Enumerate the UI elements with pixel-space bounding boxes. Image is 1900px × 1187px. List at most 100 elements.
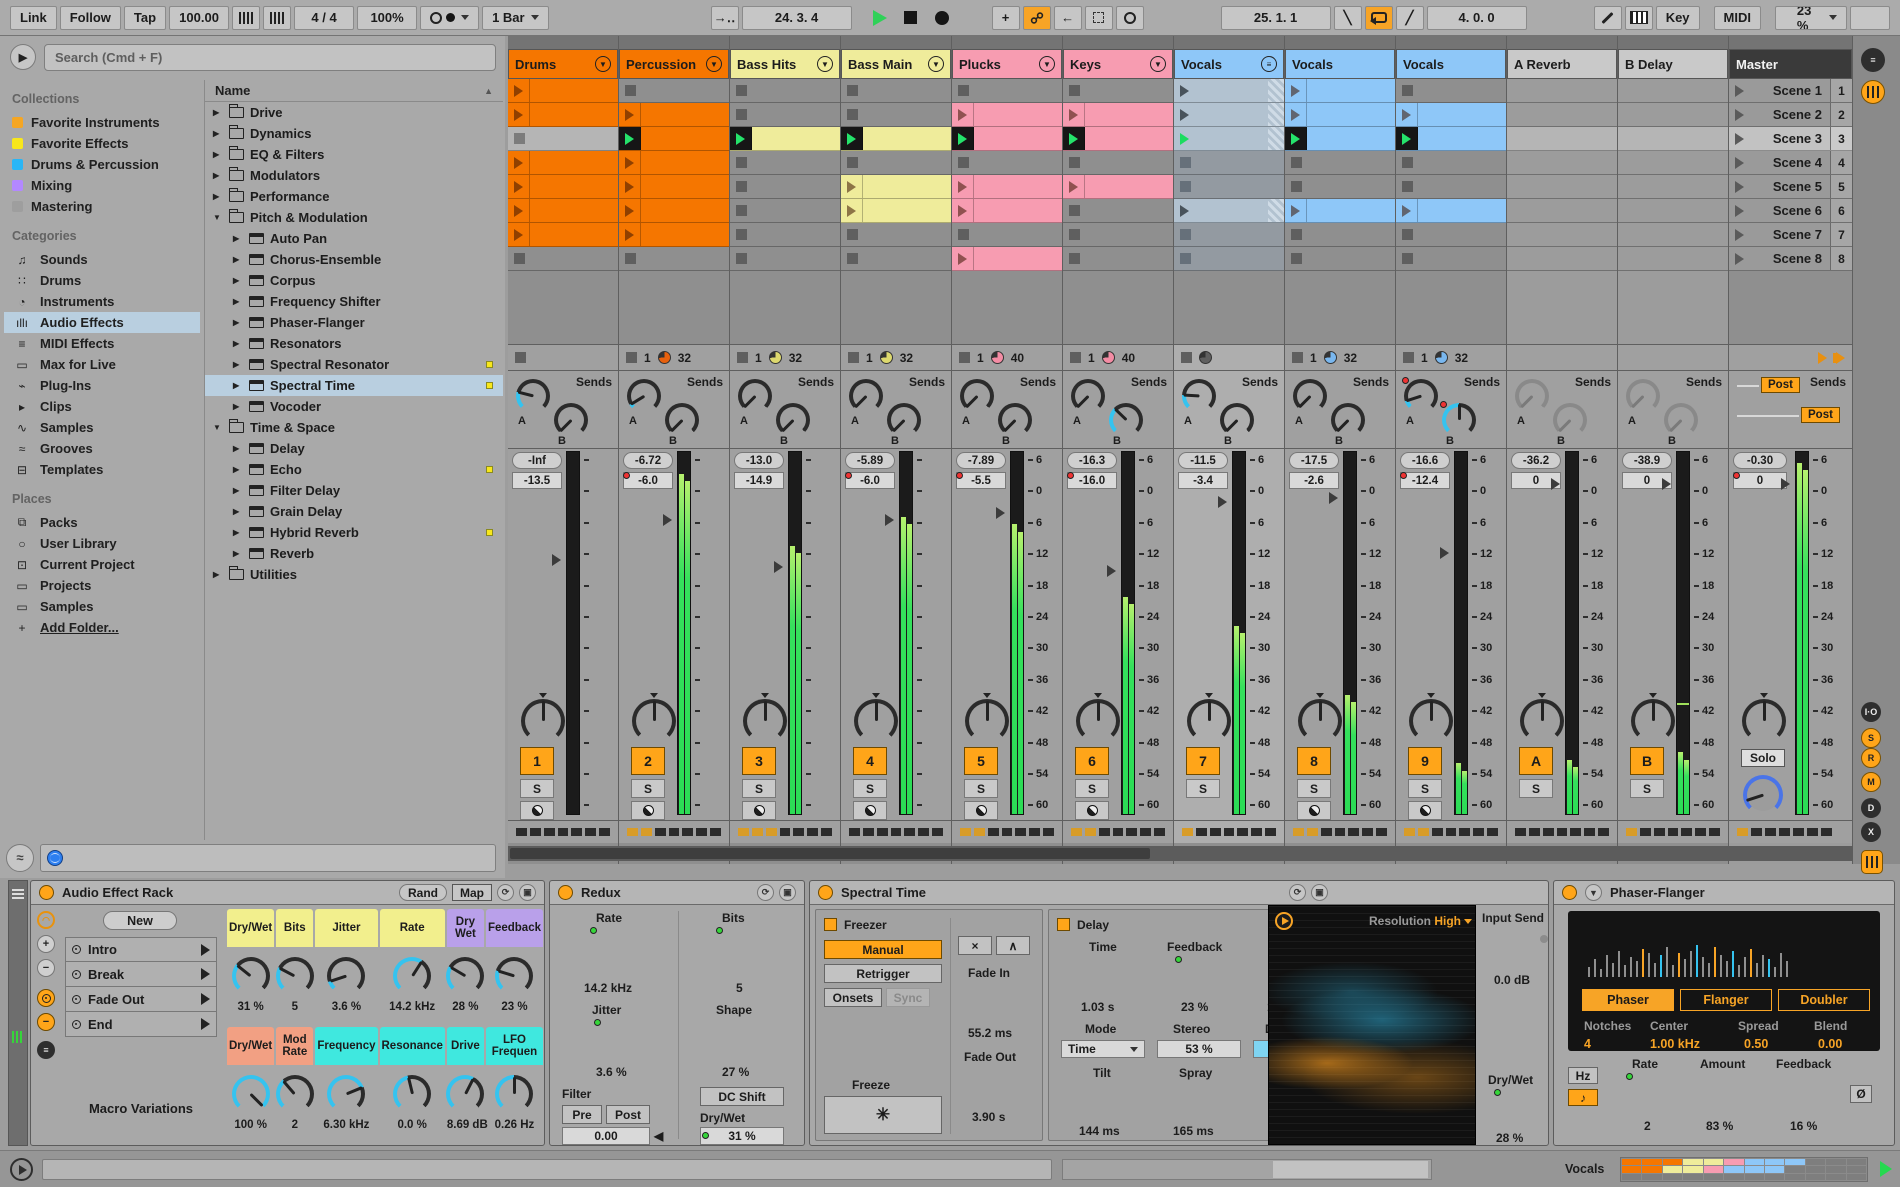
clip-launch-button[interactable] <box>841 199 863 222</box>
clip-slot[interactable] <box>508 79 618 103</box>
sidebar-item-templates[interactable]: ⊟ Templates <box>4 459 200 480</box>
clip-slot[interactable] <box>841 103 951 127</box>
macro-knob[interactable] <box>275 957 314 995</box>
tab-phaser[interactable]: Phaser <box>1582 989 1674 1011</box>
clip-slot[interactable] <box>952 79 1062 103</box>
clip-slot[interactable] <box>952 175 1062 199</box>
search-input[interactable]: Search (Cmd + F) <box>44 44 496 71</box>
nudge-down-button[interactable] <box>232 5 261 30</box>
clip-launch-button[interactable] <box>508 79 530 102</box>
clip-slot[interactable] <box>1507 127 1617 151</box>
clip-slot[interactable] <box>1285 199 1395 223</box>
scroll-handle[interactable] <box>1273 1161 1428 1178</box>
rate-value[interactable]: 14.2 kHz <box>584 981 632 995</box>
macro-value[interactable]: 0.26 Hz <box>486 1119 543 1131</box>
volume-field[interactable]: -2.6 <box>1289 472 1339 489</box>
clip-slot[interactable] <box>508 223 618 247</box>
clip-slot[interactable] <box>730 175 840 199</box>
clip-slot[interactable] <box>1063 175 1173 199</box>
horizontal-scrollbar[interactable] <box>508 846 1853 861</box>
fade-out-value[interactable]: 3.90 s <box>972 1110 1005 1124</box>
save-preset-icon[interactable]: ▣ <box>519 884 536 901</box>
scene-launch-icon[interactable] <box>1735 204 1744 217</box>
delete-variation-icon[interactable]: − <box>37 1013 55 1031</box>
expand-caret[interactable]: ▶ <box>213 150 223 159</box>
return-post-button[interactable]: Post <box>1801 407 1840 423</box>
fold-icon[interactable]: ▼ <box>1585 884 1602 901</box>
browser-item-vocoder[interactable]: ▶ Vocoder <box>205 396 503 417</box>
clip-slot[interactable] <box>619 199 729 223</box>
sidebar-item-sounds[interactable]: ♫ Sounds <box>4 249 200 270</box>
sync-button[interactable]: Sync <box>886 988 930 1007</box>
preview-play-button[interactable] <box>10 1158 33 1181</box>
time-signature-field[interactable]: 4 / 4 <box>294 5 355 30</box>
send-b-knob[interactable] <box>1220 403 1254 437</box>
arm-button[interactable] <box>1297 801 1331 820</box>
browser-item-pitch-modulation[interactable]: ▼ Pitch & Modulation <box>205 207 503 228</box>
clip-launch-button[interactable] <box>508 223 530 246</box>
scene-row-8[interactable]: Scene 8 8 <box>1729 247 1852 271</box>
volume-fader-handle[interactable] <box>885 514 894 527</box>
device-on-button[interactable] <box>558 885 573 900</box>
macro-knob[interactable] <box>275 1075 314 1113</box>
clip-launch-button[interactable] <box>619 223 641 246</box>
send-a-knob[interactable] <box>849 379 883 413</box>
macro-knob[interactable] <box>327 957 366 995</box>
scene-row-4[interactable]: Scene 4 4 <box>1729 151 1852 175</box>
peak-level-field[interactable]: -11.5 <box>1178 452 1228 469</box>
clip-slot[interactable] <box>1507 223 1617 247</box>
dry-wet-value[interactable]: 28 % <box>1496 1131 1523 1145</box>
browser-item-chorus-ensemble[interactable]: ▶ Chorus-Ensemble <box>205 249 503 270</box>
pan-knob[interactable] <box>1519 693 1565 743</box>
loop-button[interactable] <box>1364 5 1393 30</box>
clip-slot[interactable] <box>1063 127 1173 151</box>
session-record-frame-button[interactable] <box>1084 5 1113 30</box>
send-b-knob[interactable] <box>1664 403 1698 437</box>
feedback-knob[interactable] <box>1784 1075 1824 1115</box>
notches-value[interactable]: 4 <box>1584 1037 1591 1051</box>
pan-knob[interactable] <box>1297 693 1343 743</box>
fade-in-value[interactable]: 55.2 ms <box>968 1026 1012 1040</box>
send-b-knob[interactable] <box>665 403 699 437</box>
track-activator-button[interactable]: 9 <box>1408 747 1442 775</box>
macro-value[interactable]: 8.69 dB <box>447 1119 488 1131</box>
onsets-button[interactable]: Onsets <box>824 988 882 1007</box>
device-header[interactable]: Audio Effect Rack Rand Map ⟳ ▣ <box>31 881 544 905</box>
expand-caret[interactable]: ▶ <box>213 108 223 117</box>
track-activator-button[interactable]: 3 <box>742 747 776 775</box>
stop-clip-icon[interactable] <box>1292 352 1303 363</box>
sidebar-item-samples[interactable]: ▭ Samples <box>4 596 200 617</box>
expand-caret[interactable]: ▼ <box>213 213 223 222</box>
volume-fader-handle[interactable] <box>1107 565 1116 578</box>
filter-pre-button[interactable]: Pre <box>562 1105 602 1124</box>
clip-slot[interactable] <box>1396 175 1506 199</box>
solo-button[interactable]: S <box>1408 779 1442 798</box>
expand-caret[interactable]: ▶ <box>233 402 243 411</box>
clip-slot[interactable] <box>1507 103 1617 127</box>
re-enable-automation-button[interactable]: ← <box>1053 5 1082 30</box>
track-activator-button[interactable]: 6 <box>1075 747 1109 775</box>
clip-slot[interactable] <box>508 247 618 271</box>
scene-row-5[interactable]: Scene 5 5 <box>1729 175 1852 199</box>
clip-slot[interactable] <box>1285 223 1395 247</box>
tilt-value[interactable]: 144 ms <box>1079 1124 1120 1138</box>
device-on-button[interactable] <box>1562 885 1577 900</box>
clip-slot[interactable] <box>1396 223 1506 247</box>
macro-knob[interactable] <box>231 957 270 995</box>
freeze-play-icon[interactable] <box>1275 912 1293 930</box>
pan-knob[interactable] <box>1186 693 1232 743</box>
sidebar-item-midi-effects[interactable]: ≡ MIDI Effects <box>4 333 200 354</box>
sidebar-item-audio-effects[interactable]: ıllı Audio Effects <box>4 312 200 333</box>
clip-slot[interactable] <box>1618 199 1728 223</box>
macro-value[interactable]: 0.0 % <box>380 1119 445 1131</box>
clip-slot[interactable] <box>1174 79 1284 103</box>
clip-slot[interactable] <box>1174 127 1284 151</box>
pan-knob[interactable] <box>1741 693 1787 743</box>
cue-post-button[interactable]: Post <box>1761 377 1800 393</box>
resolution-value[interactable]: High <box>1434 914 1461 928</box>
track-menu-icon[interactable]: ▼ <box>1039 56 1055 72</box>
playing-clip-button[interactable] <box>1063 127 1085 150</box>
clip-slot[interactable] <box>1618 175 1728 199</box>
master-solo-button[interactable]: Solo <box>1741 749 1785 767</box>
browser-collapse-button[interactable]: ▶ <box>10 44 36 70</box>
